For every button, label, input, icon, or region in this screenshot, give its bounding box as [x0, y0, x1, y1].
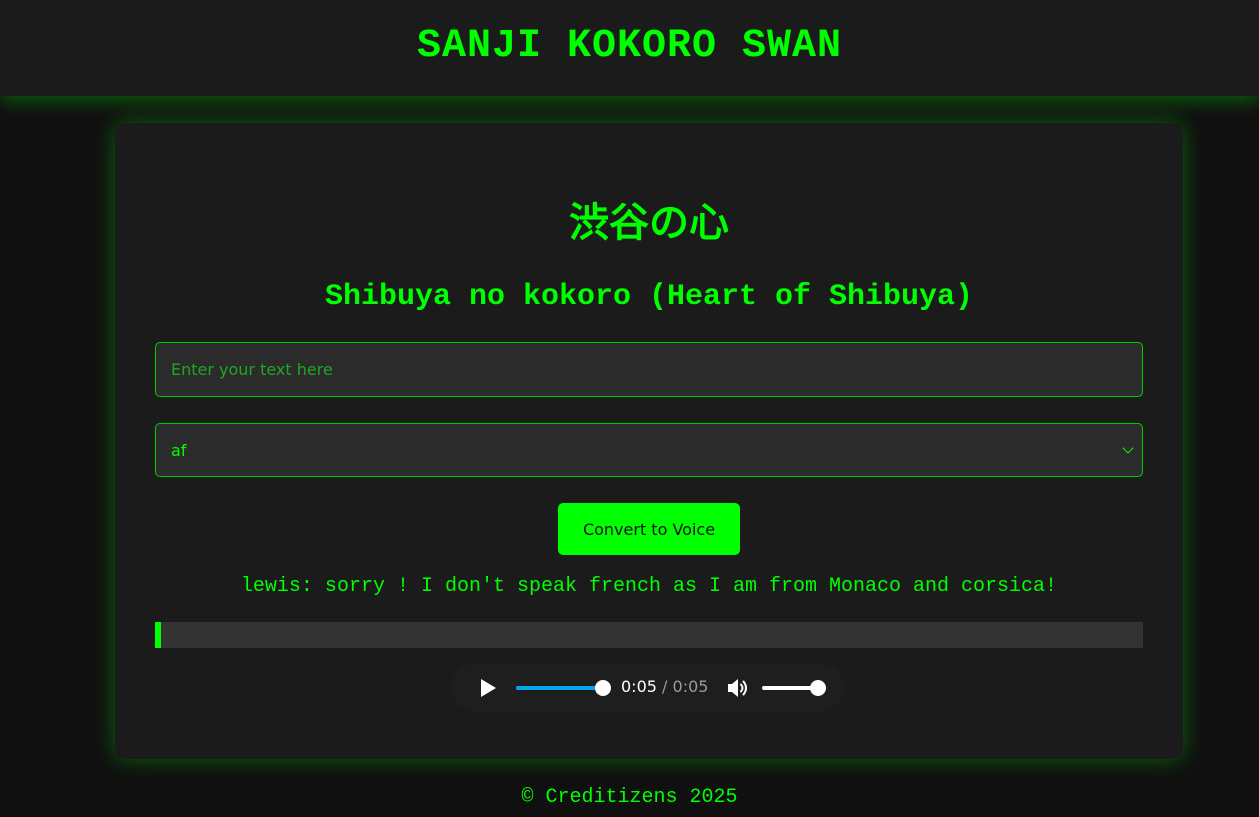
- language-select[interactable]: af: [155, 423, 1143, 477]
- volume-slider[interactable]: [762, 680, 826, 696]
- site-title: SANJI KOKORO SWAN: [416, 23, 843, 69]
- current-time: 0:05: [621, 677, 657, 696]
- language-select-value: af: [171, 440, 187, 460]
- main-card: 渋谷の心 Shibuya no kokoro (Heart of Shibuya…: [115, 123, 1183, 759]
- site-header: SANJI KOKORO SWAN: [0, 0, 1259, 96]
- time-readout: 0:05 / 0:05: [621, 677, 708, 697]
- japanese-title: 渋谷の心: [569, 200, 729, 246]
- volume-icon[interactable]: [726, 677, 750, 699]
- play-icon[interactable]: [481, 679, 496, 697]
- romaji-subtitle: Shibuya no kokoro (Heart of Shibuya): [324, 280, 974, 314]
- text-input[interactable]: [155, 342, 1143, 397]
- seek-thumb[interactable]: [595, 680, 611, 696]
- status-message: lewis: sorry ! I don't speak french as I…: [240, 575, 1058, 598]
- seek-fill: [516, 686, 603, 690]
- footer-copyright: © Creditizens 2025: [521, 786, 738, 809]
- audio-player: 0:05 / 0:05: [451, 664, 844, 711]
- seek-slider[interactable]: [516, 680, 611, 696]
- total-time: 0:05: [672, 677, 709, 696]
- progress-fill: [155, 622, 161, 648]
- chevron-down-icon: [1122, 442, 1134, 454]
- time-separator: /: [662, 677, 668, 696]
- convert-to-voice-button[interactable]: Convert to Voice: [558, 503, 740, 555]
- progress-bar: [155, 622, 1143, 648]
- volume-thumb[interactable]: [810, 680, 826, 696]
